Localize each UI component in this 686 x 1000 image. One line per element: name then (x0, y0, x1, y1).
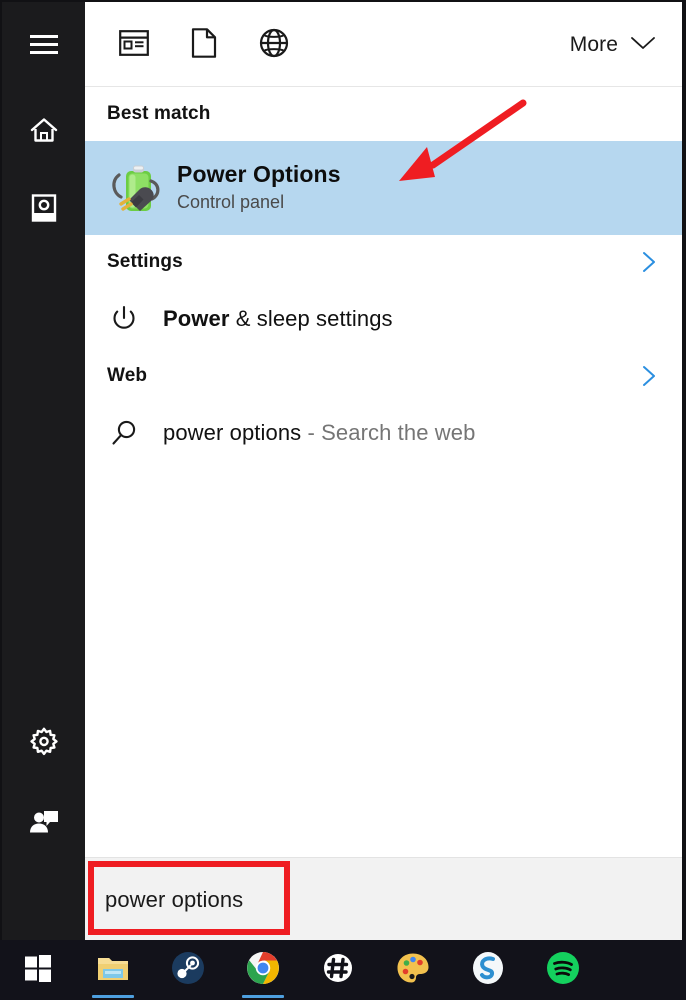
running-indicator (91, 995, 134, 998)
search-results-pane: More Best match Power Options Control pa… (85, 2, 682, 942)
result-item-text: Power & sleep settings (163, 306, 393, 332)
sidebar-item-my-stuff[interactable] (2, 180, 85, 236)
palette-icon (396, 952, 430, 989)
apps-filter-button[interactable] (111, 22, 157, 68)
folder-icon (96, 953, 130, 988)
globe-icon (259, 28, 289, 63)
chevron-right-icon[interactable] (638, 251, 660, 273)
chevron-right-icon[interactable] (638, 365, 660, 387)
result-item-power-and-sleep-settings[interactable]: Power & sleep settings (85, 289, 682, 349)
search-filter-bar: More (85, 2, 682, 87)
search-left-rail (0, 2, 85, 942)
hash-icon (322, 952, 354, 989)
result-item-text: power options - Search the web (163, 420, 475, 446)
result-title-bold: Power (163, 306, 230, 331)
spotify-icon (546, 951, 580, 990)
best-match-heading-row: Best match (85, 87, 682, 141)
result-title: power options - Search the web (163, 420, 475, 446)
taskbar-item-start-button[interactable] (0, 940, 75, 1000)
best-match-heading: Best match (107, 103, 211, 124)
sidebar-item-hamburger-menu[interactable] (2, 16, 85, 72)
chevron-down-icon (630, 35, 656, 56)
taskbar (0, 940, 686, 1000)
result-title: Power Options (177, 161, 341, 188)
web-query-text: power options (163, 420, 302, 445)
result-item-text: Power Options Control panel (177, 161, 341, 215)
more-filters-button[interactable]: More (564, 26, 662, 64)
screenshot-root: More Best match Power Options Control pa… (0, 0, 686, 1000)
steam-icon (171, 951, 205, 990)
power-symbol-icon (107, 304, 163, 334)
home-icon (29, 116, 59, 144)
search-input[interactable]: power options (85, 857, 682, 942)
chrome-icon (246, 951, 280, 990)
feedback-person-icon (28, 805, 60, 835)
magnifier-icon (107, 418, 163, 448)
running-indicator (241, 995, 284, 998)
result-title: Power & sleep settings (163, 306, 393, 332)
documents-filter-button[interactable] (181, 22, 227, 68)
hamburger-icon (29, 33, 59, 55)
web-suffix-text: - Search the web (301, 420, 476, 445)
result-subtitle: Control panel (177, 192, 285, 213)
my-stuff-icon (30, 193, 58, 223)
document-page-icon (191, 27, 217, 63)
result-item-power-options[interactable]: Power Options Control panel (85, 141, 682, 235)
sidebar-item-home[interactable] (2, 102, 85, 158)
settings-heading: Settings (107, 251, 183, 272)
gear-icon (29, 727, 59, 757)
s-logo-icon (471, 951, 505, 990)
web-heading: Web (107, 365, 148, 386)
sidebar-item-settings[interactable] (2, 714, 85, 770)
taskbar-item-paint-palette-app[interactable] (375, 940, 450, 1000)
taskbar-item-google-chrome[interactable] (225, 940, 300, 1000)
taskbar-item-spotify[interactable] (525, 940, 600, 1000)
settings-heading-row[interactable]: Settings (85, 235, 682, 289)
web-filter-button[interactable] (251, 22, 297, 68)
apps-window-icon (119, 29, 149, 61)
web-heading-row[interactable]: Web (85, 349, 682, 403)
result-item-web-search[interactable]: power options - Search the web (85, 403, 682, 463)
windows-logo-icon (23, 953, 53, 988)
taskbar-item-steam[interactable] (150, 940, 225, 1000)
more-label: More (569, 33, 618, 56)
battery-plug-icon (103, 159, 177, 217)
result-title-rest: & sleep settings (229, 306, 393, 331)
taskbar-item-hash-app[interactable] (300, 940, 375, 1000)
search-input-value: power options (105, 887, 244, 912)
search-flyout: More Best match Power Options Control pa… (0, 0, 686, 942)
taskbar-item-file-explorer[interactable] (75, 940, 150, 1000)
sidebar-item-feedback[interactable] (2, 792, 85, 848)
taskbar-item-s-app[interactable] (450, 940, 525, 1000)
